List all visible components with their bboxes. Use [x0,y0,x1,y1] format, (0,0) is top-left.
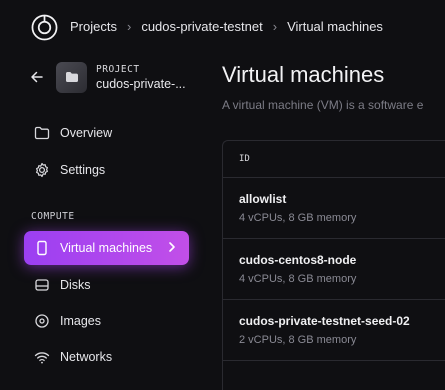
arrow-left-icon[interactable] [30,70,44,84]
section-label-compute: COMPUTE [31,211,75,222]
page-title: Virtual machines [222,62,385,87]
sidebar-item-settings[interactable]: Settings [24,153,189,187]
sidebar-item-disks[interactable]: Disks [24,268,189,302]
sidebar-item-overview[interactable]: Overview [24,116,189,150]
table-row[interactable]: cudos-private-testnet-seed-02 2 vCPUs, 8… [223,300,445,361]
vm-spec: 2 vCPUs, 8 GB memory [239,334,357,346]
folder-icon [34,126,50,140]
vm-name[interactable]: allowlist [239,192,445,206]
disk-icon [35,279,49,291]
sidebar-item-networks[interactable]: Networks [24,340,189,374]
breadcrumb-current: Virtual machines [287,19,383,34]
folder-icon [65,72,78,82]
top-bar: Projects › cudos-private-testnet › Virtu… [0,0,445,56]
sidebar-item-virtual-machines[interactable]: Virtual machines [24,231,189,265]
table-row[interactable]: cudos-centos8-node 4 vCPUs, 8 GB memory [223,239,445,300]
sidebar-item-label: Virtual machines [60,241,153,255]
chevron-right-icon [169,242,175,252]
project-header: PROJECT cudos-private-... [30,60,186,94]
breadcrumb: Projects › cudos-private-testnet › Virtu… [70,19,383,34]
vm-name[interactable]: cudos-centos8-node [239,253,445,267]
logo-icon[interactable] [31,14,58,41]
chevron-right-icon: › [126,19,132,34]
sidebar-item-images[interactable]: Images [24,304,189,338]
sidebar-item-label: Images [60,314,101,328]
disc-icon [35,314,49,328]
vm-table: ID allowlist 4 vCPUs, 8 GB memory cudos-… [222,140,445,390]
sidebar-item-label: Settings [60,163,106,177]
page-description: A virtual machine (VM) is a software e [222,98,424,112]
vm-spec: 4 vCPUs, 8 GB memory [239,212,357,224]
vm-name[interactable]: cudos-private-testnet-seed-02 [239,314,445,328]
project-name: cudos-private-... [96,77,186,91]
sidebar-item-label: Disks [60,278,91,292]
breadcrumb-project[interactable]: cudos-private-testnet [141,19,262,34]
gear-icon [36,162,48,178]
vm-spec: 4 vCPUs, 8 GB memory [239,273,357,285]
wifi-icon [34,352,50,364]
phone-icon [37,240,47,256]
chevron-right-icon: › [272,19,278,34]
sidebar-item-label: Networks [60,350,113,364]
sidebar-item-label: Overview [60,126,113,140]
project-label: PROJECT [96,64,140,75]
table-row[interactable]: allowlist 4 vCPUs, 8 GB memory [223,178,445,239]
project-avatar [56,61,87,93]
breadcrumb-projects[interactable]: Projects [70,19,117,34]
table-header-id[interactable]: ID [223,141,445,178]
